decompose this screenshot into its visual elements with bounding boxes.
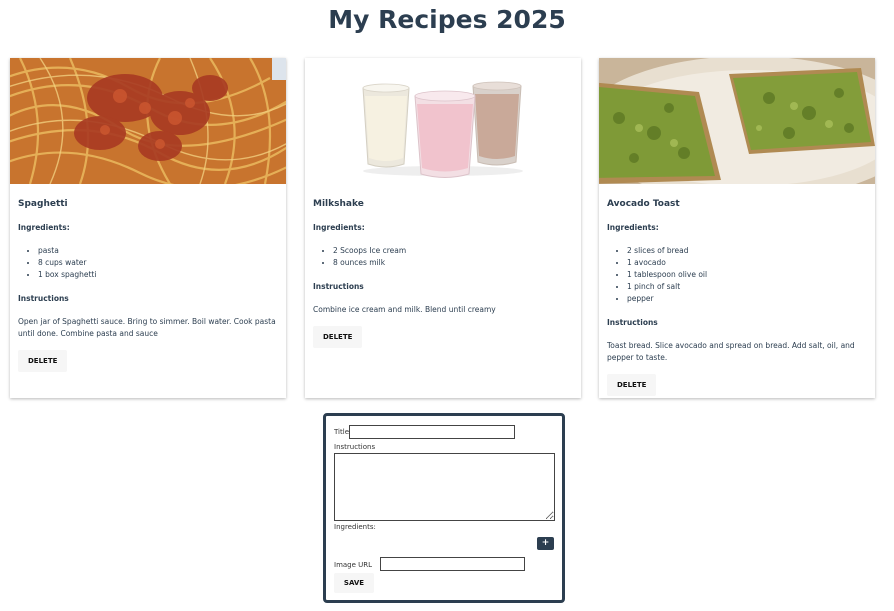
page-title: My Recipes 2025 (328, 5, 566, 34)
recipe-card-milkshake: Milkshake Ingredients: 2 Scoops Ice crea… (305, 58, 581, 398)
ingredient-item: 1 pinch of salt (627, 281, 867, 293)
instructions-text: Combine ice cream and milk. Blend until … (313, 305, 496, 314)
save-button[interactable]: SAVE (334, 573, 374, 593)
instructions-label: Instructions (313, 282, 364, 291)
ingredient-item: 2 Scoops Ice cream (333, 245, 573, 257)
ingredient-item: 2 slices of bread (627, 245, 867, 257)
title-input[interactable] (349, 425, 515, 439)
ingredient-item: 8 ounces milk (333, 257, 573, 269)
delete-button[interactable]: DELETE (18, 350, 68, 372)
recipe-title: Avocado Toast (607, 199, 680, 209)
avocado-toast-image (599, 58, 875, 184)
ingredient-item: 1 box spaghetti (38, 269, 278, 281)
milkshake-image (305, 58, 581, 184)
new-recipe-form: Title Instructions Ingredients: + Image … (323, 413, 565, 603)
ingredients-list: 2 Scoops Ice cream 8 ounces milk (313, 245, 573, 269)
ingredients-label: Ingredients: (18, 223, 70, 232)
instructions-label: Instructions (334, 443, 376, 451)
recipe-card-spaghetti: Spaghetti Ingredients: pasta 8 cups wate… (10, 58, 286, 398)
ingredient-item: 1 tablespoon olive oil (627, 269, 867, 281)
ingredients-label: Ingredients: (607, 223, 659, 232)
ingredients-label: Ingredients: (334, 523, 376, 531)
instructions-label: Instructions (607, 318, 658, 327)
ingredients-label: Ingredients: (313, 223, 365, 232)
ingredient-item: pasta (38, 245, 278, 257)
recipe-title: Spaghetti (18, 199, 68, 209)
recipe-title: Milkshake (313, 199, 364, 209)
ingredients-list: 2 slices of bread 1 avocado 1 tablespoon… (607, 245, 867, 305)
instructions-label: Instructions (18, 294, 69, 303)
instructions-text: Toast bread. Slice avocado and spread on… (607, 341, 855, 362)
delete-button[interactable]: DELETE (607, 374, 657, 396)
instructions-text: Open jar of Spaghetti sauce. Bring to si… (18, 317, 276, 338)
image-url-label: Image URL (334, 561, 373, 569)
image-url-input[interactable] (380, 557, 525, 571)
ingredient-item: 1 avocado (627, 257, 867, 269)
recipe-card-avocado-toast: Avocado Toast Ingredients: 2 slices of b… (599, 58, 875, 398)
ingredients-list: pasta 8 cups water 1 box spaghetti (18, 245, 278, 281)
title-label: Title (334, 428, 350, 436)
delete-button[interactable]: DELETE (313, 326, 363, 348)
ingredient-item: pepper (627, 293, 867, 305)
instructions-textarea[interactable] (334, 453, 555, 521)
add-ingredient-button[interactable]: + (537, 537, 554, 550)
ingredient-item: 8 cups water (38, 257, 278, 269)
spaghetti-image (10, 58, 286, 184)
